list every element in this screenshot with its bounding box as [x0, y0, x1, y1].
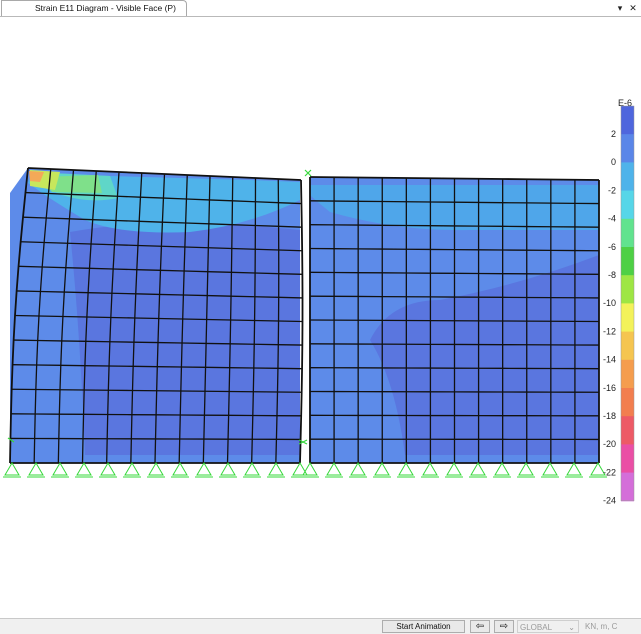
coord-system-value: GLOBAL: [520, 623, 553, 632]
coord-system-select[interactable]: GLOBAL ⌄: [517, 620, 579, 633]
legend-color-swatch: [621, 275, 634, 304]
legend-tick-label: -4: [608, 214, 616, 224]
legend-tick-label: -8: [608, 270, 616, 280]
units-select[interactable]: KN, m, C: [585, 620, 617, 633]
legend-tick-label: -10: [603, 298, 616, 308]
legend-color-swatch: [621, 247, 634, 276]
legend-color-swatch: [621, 472, 634, 502]
legend-tick-label: -24: [603, 496, 616, 506]
legend-tick-label: -16: [603, 383, 616, 393]
legend-color-swatch: [621, 190, 634, 220]
legend-color-swatch: [621, 106, 634, 135]
legend-tick-label: -14: [603, 355, 616, 365]
tab-strain-diagram[interactable]: Strain E11 Diagram - Visible Face (P): [1, 0, 187, 16]
legend-color-swatch: [621, 218, 634, 248]
legend-tick-label: 2: [611, 129, 616, 139]
legend-tick-label: -22: [603, 467, 616, 477]
legend-color-swatch: [621, 331, 634, 361]
strain-plot: E-6 20-2-4-6-8-10-12-14-16-18-20-22-24: [3, 98, 635, 506]
left-wall-contour: [10, 168, 300, 463]
legend-tick-label: -20: [603, 439, 616, 449]
start-animation-label: Start Animation: [396, 622, 451, 631]
legend-color-swatch: [621, 303, 634, 333]
legend-color-swatch: [621, 134, 634, 163]
tab-title: Strain E11 Diagram - Visible Face (P): [35, 3, 176, 13]
color-legend: E-6 20-2-4-6-8-10-12-14-16-18-20-22-24: [603, 98, 635, 506]
legend-tick-label: -12: [603, 326, 616, 336]
legend-color-swatch: [621, 444, 634, 474]
tab-bar: Strain E11 Diagram - Visible Face (P) ▾ …: [0, 0, 641, 17]
support-restraints: [3, 462, 607, 478]
units-value: KN, m, C: [585, 622, 618, 631]
legend-tick-label: 0: [611, 157, 616, 167]
arrow-left-icon[interactable]: ⇦: [470, 620, 490, 633]
legend-tick-label: -2: [608, 185, 616, 195]
close-icon[interactable]: ✕: [626, 1, 640, 15]
start-animation-button[interactable]: Start Animation: [382, 620, 465, 633]
legend-color-swatch: [621, 388, 634, 417]
legend-tick-label: -6: [608, 242, 616, 252]
legend-tick-label: -18: [603, 411, 616, 421]
legend-color-swatch: [621, 162, 634, 192]
chevron-down-icon: ⌄: [568, 623, 575, 632]
legend-color-swatch: [621, 359, 634, 389]
legend-color-swatch: [621, 416, 634, 445]
arrow-right-icon[interactable]: ⇨: [494, 620, 514, 633]
chevron-down-icon[interactable]: ▾: [613, 1, 627, 15]
status-bar: Start Animation ⇦ ⇨ GLOBAL ⌄ KN, m, C: [0, 618, 641, 634]
model-view[interactable]: E-6 2 0 -2 -4 -6 -8 -10 -12 -14 -16 -18 -20 -22 -24: [0, 17, 641, 618]
